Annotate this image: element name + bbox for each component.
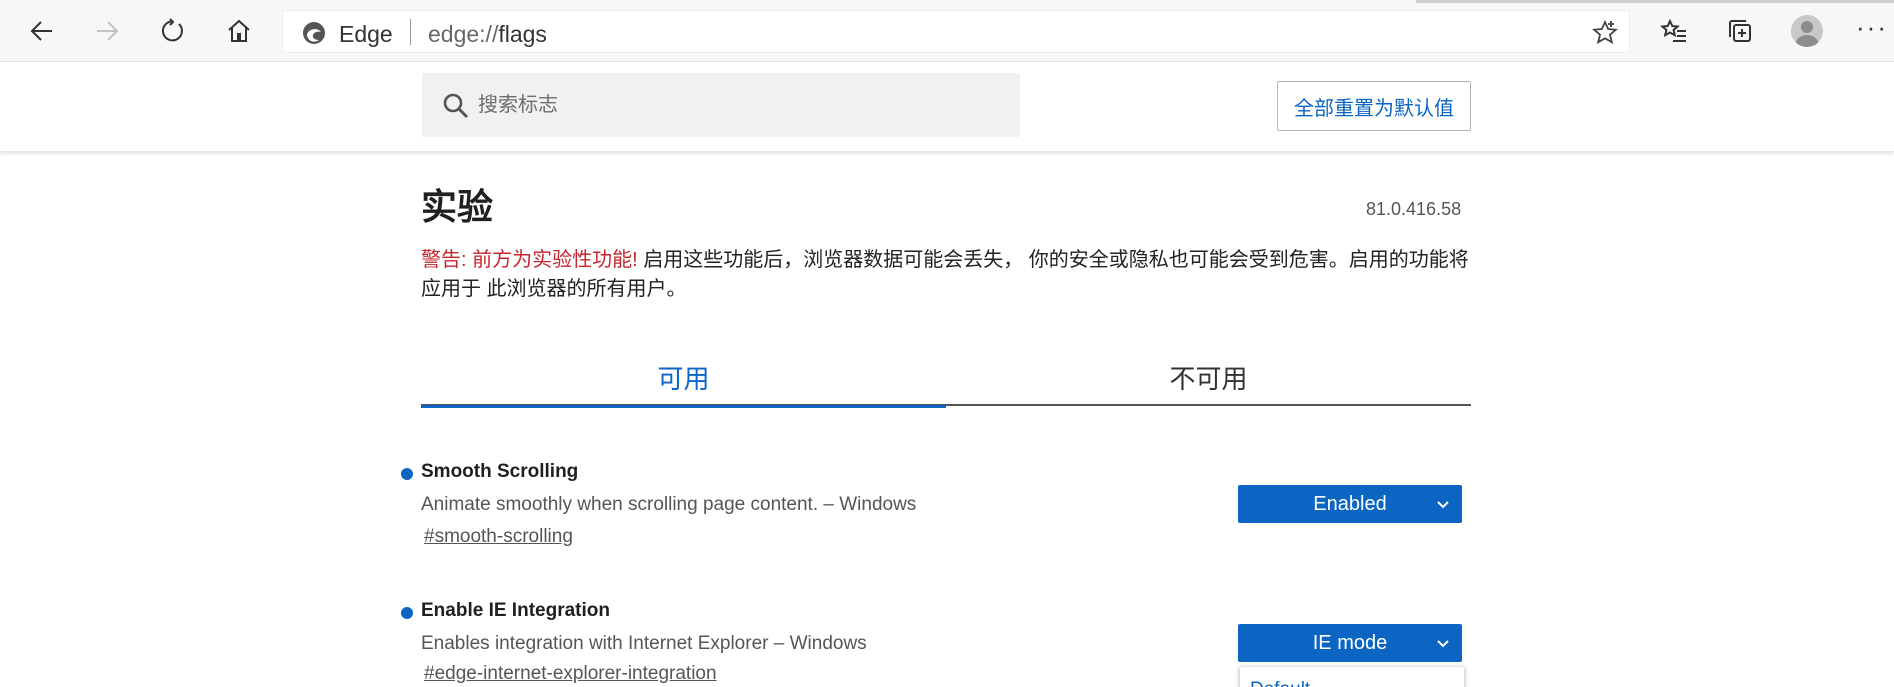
address-bar[interactable]: Edge edge://flags [282, 10, 1630, 53]
chevron-down-icon [1437, 640, 1449, 648]
warning-message: 警告: 前方为实验性功能! 启用这些功能后，浏览器数据可能会丢失， 你的安全或隐… [421, 246, 1471, 304]
dropdown-option-default[interactable]: Default [1250, 679, 1310, 687]
tab-unavailable[interactable]: 不可用 [946, 348, 1471, 406]
settings-more-button[interactable]: ··· [1852, 13, 1892, 49]
flags-header: 全部重置为默认值 [0, 62, 1894, 152]
url-text[interactable]: edge://flags [428, 21, 547, 48]
browser-toolbar: Edge edge://flags ··· [0, 0, 1894, 62]
favorite-star-icon[interactable] [1591, 19, 1619, 47]
search-flags-box[interactable] [422, 73, 1020, 137]
address-separator [410, 19, 411, 45]
home-button[interactable] [219, 13, 259, 49]
warning-label: 警告: 前方为实验性功能! [421, 249, 638, 271]
flag-title: Smooth Scrolling [421, 461, 579, 482]
profile-button[interactable] [1787, 13, 1827, 49]
search-flags-input[interactable] [478, 87, 998, 123]
site-identity-label: Edge [339, 21, 393, 47]
flag-state-value: Enabled [1313, 492, 1387, 515]
refresh-button[interactable] [153, 13, 193, 49]
favorites-list-icon [1660, 18, 1686, 42]
collections-icon [1729, 20, 1751, 42]
back-icon [30, 21, 52, 41]
edge-logo-icon [303, 22, 325, 44]
flag-link[interactable]: #smooth-scrolling [424, 526, 573, 548]
flag-state-select[interactable]: IE mode [1238, 624, 1462, 662]
page-title: 实验 [421, 186, 494, 227]
version-number: 81.0.416.58 [1366, 199, 1462, 219]
flag-description: Enables integration with Internet Explor… [421, 633, 867, 654]
search-icon [443, 93, 469, 119]
flag-description: Animate smoothly when scrolling page con… [421, 494, 917, 515]
flag-state-dropdown: Default [1240, 667, 1464, 687]
flag-link[interactable]: #edge-internet-explorer-integration [424, 663, 717, 685]
forward-button[interactable] [87, 13, 127, 49]
forward-icon [97, 21, 119, 41]
tab-strip-edge [1416, 0, 1894, 3]
more-icon: ··· [1856, 12, 1888, 42]
favorites-button[interactable] [1654, 13, 1694, 49]
back-button[interactable] [22, 13, 62, 49]
reset-all-button[interactable]: 全部重置为默认值 [1277, 81, 1471, 131]
chevron-down-icon [1437, 501, 1449, 509]
flag-title: Enable IE Integration [421, 600, 610, 621]
url-scheme: edge:// [428, 21, 499, 47]
flag-state-select[interactable]: Enabled [1238, 485, 1462, 523]
profile-avatar-icon [1791, 15, 1823, 47]
url-path: flags [498, 21, 547, 47]
flag-tabs: 可用 不可用 [421, 348, 1471, 408]
flag-item-smooth-scrolling: Smooth Scrolling Animate smoothly when s… [401, 461, 1471, 551]
home-icon [228, 19, 250, 42]
flag-enabled-dot [401, 468, 413, 480]
tab-available[interactable]: 可用 [421, 348, 946, 408]
collections-button[interactable] [1720, 13, 1760, 49]
flag-state-value: IE mode [1312, 631, 1388, 654]
refresh-icon [161, 18, 183, 42]
flag-enabled-dot [401, 607, 413, 619]
